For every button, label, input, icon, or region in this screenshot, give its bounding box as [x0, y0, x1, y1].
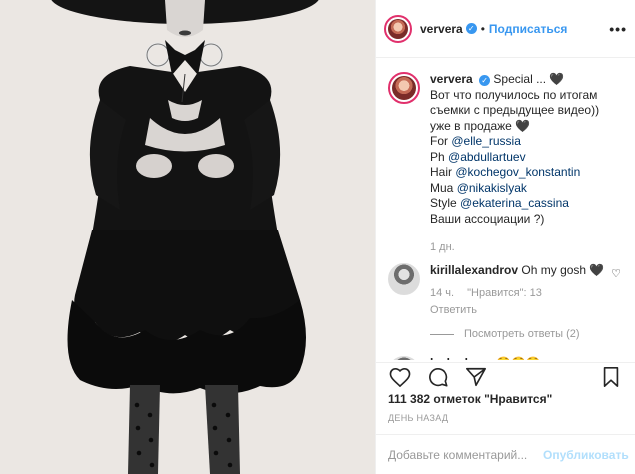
separator-dot: • — [480, 21, 485, 36]
comment-icon[interactable] — [426, 365, 450, 389]
view-replies-button[interactable]: Посмотреть ответы (2) — [430, 328, 623, 340]
caption-avatar[interactable] — [388, 72, 420, 104]
comment-meta: 14 ч. "Нравится": 13 — [430, 286, 604, 301]
likes-count[interactable]: 111 382 отметок "Нравится" — [388, 392, 552, 406]
commenter-avatar[interactable] — [388, 263, 420, 295]
credit-prefix: Mua — [430, 180, 457, 195]
post-header: ververa ✓ • Подписаться ••• — [376, 0, 635, 58]
caption-line-1: Special ... 🖤 — [493, 72, 565, 86]
author-username[interactable]: ververa — [420, 22, 463, 36]
credit-prefix: Hair — [430, 165, 456, 179]
instagram-post: ververa ✓ • Подписаться ••• ververa ✓ Sp… — [0, 0, 635, 474]
comment-item: leshadoma 😳😳😳 ♡ — [388, 356, 623, 360]
mention-link[interactable]: @abdullartuev — [448, 150, 526, 164]
credit-prefix: Style — [430, 196, 461, 210]
add-comment-bar: Опубликовать — [376, 434, 635, 474]
commenter-avatar[interactable] — [388, 356, 420, 360]
verified-badge-icon: ✓ — [465, 23, 477, 34]
mention-link[interactable]: @nikakislyak — [457, 181, 527, 195]
caption-time[interactable]: 1 дн. — [430, 241, 623, 253]
comment-username[interactable]: leshadoma — [430, 356, 493, 360]
post-sidebar: ververa ✓ • Подписаться ••• ververa ✓ Sp… — [375, 0, 635, 474]
heart-icon[interactable] — [388, 365, 412, 389]
fashion-photo-image — [0, 0, 375, 474]
caption-question: Ваши ассоциации ?) — [430, 211, 545, 226]
credit-prefix: For — [430, 134, 452, 148]
author-avatar[interactable] — [384, 14, 412, 43]
credit-prefix: Ph — [430, 149, 449, 164]
publish-button[interactable]: Опубликовать — [543, 448, 629, 462]
share-icon[interactable] — [464, 365, 488, 389]
caption: ververa ✓ Special ... 🖤 Вот что получило… — [388, 72, 623, 227]
replies-divider — [430, 333, 454, 335]
mention-link[interactable]: @kochegov_konstantin — [455, 165, 580, 179]
comment-text: 😳😳😳 — [496, 356, 541, 360]
comment-username[interactable]: kirillalexandrov — [430, 263, 518, 277]
post-date[interactable]: ДЕНЬ НАЗАД — [388, 413, 448, 423]
verified-badge-icon: ✓ — [479, 75, 491, 86]
caption-line-2: Вот что получилось по итогам съемки с пр… — [430, 87, 600, 133]
view-replies-label: Посмотреть ответы (2) — [464, 328, 580, 340]
comment-time[interactable]: 14 ч. — [430, 287, 454, 299]
mention-link[interactable]: @elle_russia — [451, 134, 521, 148]
comment-text: Oh my gosh 🖤 — [521, 263, 605, 277]
comment-like-heart-icon[interactable]: ♡ — [611, 267, 621, 280]
caption-username[interactable]: ververa — [430, 72, 473, 86]
follow-button[interactable]: Подписаться — [489, 22, 567, 36]
mention-link[interactable]: @ekaterina_cassina — [460, 196, 569, 210]
comments-list[interactable]: ververa ✓ Special ... 🖤 Вот что получило… — [376, 58, 635, 360]
comment-likes[interactable]: "Нравится": 13 — [467, 287, 542, 299]
more-options-icon[interactable]: ••• — [609, 21, 627, 37]
comment-input[interactable] — [388, 447, 543, 462]
caption-text: ververa ✓ Special ... 🖤 Вот что получило… — [430, 72, 623, 227]
comment-item: kirillalexandrov Oh my gosh 🖤 14 ч. "Нра… — [388, 263, 623, 318]
post-photo[interactable] — [0, 0, 375, 474]
action-bar — [376, 362, 635, 390]
bookmark-icon[interactable] — [599, 365, 623, 389]
reply-button[interactable]: Ответить — [430, 303, 604, 318]
